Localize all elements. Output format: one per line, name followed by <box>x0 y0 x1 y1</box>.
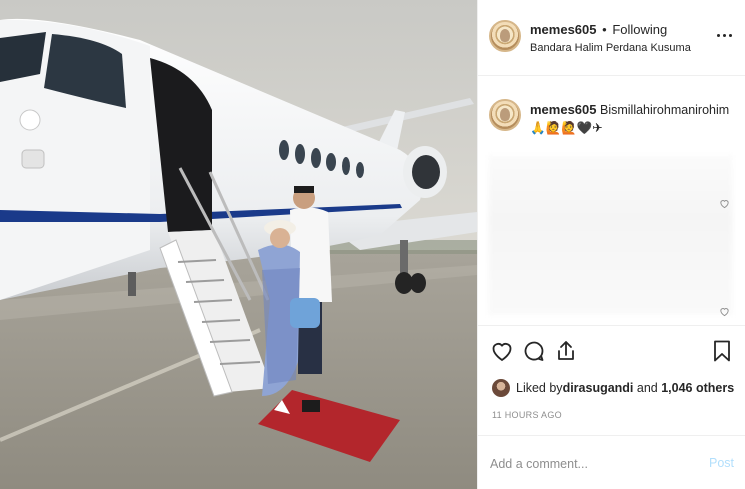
bookmark-icon[interactable] <box>710 339 734 363</box>
post-comment-button[interactable]: Post <box>709 456 734 470</box>
caption-body: memes605 Bismillahirohmanirohim 🙏🙋🙋🖤✈ <box>530 101 735 137</box>
post-timestamp[interactable]: 11 HOURS AGO <box>492 410 562 420</box>
comment-like-heart-icon[interactable] <box>719 306 730 317</box>
post-header: memes605 • Following Bandara Halim Perda… <box>478 0 745 76</box>
caption-username[interactable]: memes605 <box>530 102 597 117</box>
blurred-comments <box>488 155 733 315</box>
likes-count-link[interactable]: 1,046 others <box>661 381 734 395</box>
post-photo[interactable] <box>0 0 477 489</box>
caption-emojis: 🙏🙋🙋🖤✈ <box>530 121 603 135</box>
more-horizontal-icon[interactable] <box>716 28 734 42</box>
liker-avatar[interactable] <box>492 379 510 397</box>
likes-prefix: Liked by <box>516 381 563 395</box>
post-side-panel: memes605 • Following Bandara Halim Perda… <box>477 0 745 489</box>
author-username[interactable]: memes605 <box>530 22 597 37</box>
comments-section: memes605 Bismillahirohmanirohim 🙏🙋🙋🖤✈ <box>478 77 745 325</box>
post-actions: Liked by dirasugandi and 1,046 others 11… <box>478 325 745 489</box>
jet-photo-illustration <box>0 0 477 489</box>
comment-bar: Post <box>478 435 745 489</box>
share-icon[interactable] <box>554 339 578 363</box>
comment-icon[interactable] <box>522 339 546 363</box>
author-line: memes605 • Following <box>530 22 667 37</box>
likes-summary: Liked by dirasugandi and 1,046 others <box>492 377 734 399</box>
comment-like-heart-icon[interactable] <box>719 198 730 209</box>
liker-username[interactable]: dirasugandi <box>563 381 634 395</box>
comment-input[interactable] <box>490 454 690 474</box>
caption-author-avatar[interactable] <box>489 99 521 131</box>
heart-icon[interactable] <box>490 339 514 363</box>
location-link[interactable]: Bandara Halim Perdana Kusuma <box>530 42 691 54</box>
likes-middle: and <box>633 381 662 395</box>
follow-status-button[interactable]: Following <box>612 22 667 37</box>
separator-dot: • <box>602 22 607 37</box>
author-avatar[interactable] <box>489 20 521 52</box>
caption-text: Bismillahirohmanirohim <box>599 103 730 117</box>
